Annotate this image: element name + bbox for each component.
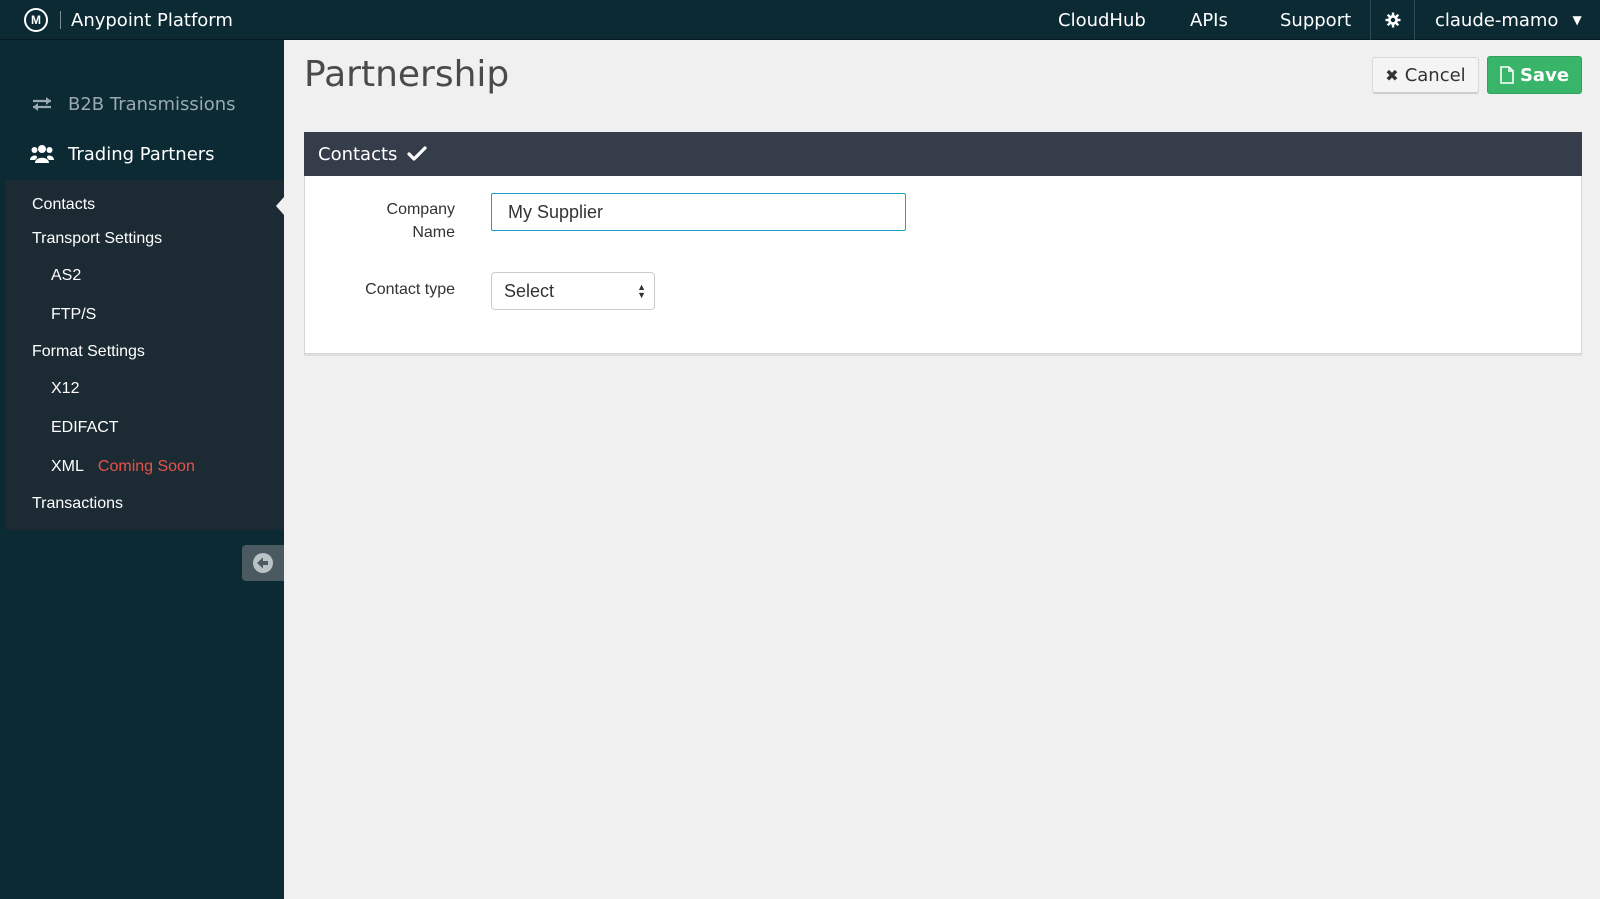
cancel-button[interactable]: ✖ Cancel xyxy=(1372,57,1479,94)
brand-name: Anypoint Platform xyxy=(71,9,233,31)
subnav-item-contacts[interactable]: Contacts xyxy=(32,196,95,214)
mulesoft-logo-icon: M xyxy=(24,8,48,32)
label-line: Company xyxy=(386,201,455,218)
nav-support[interactable]: Support xyxy=(1280,0,1351,40)
settings-button[interactable] xyxy=(1370,0,1415,40)
subnav-item-as2[interactable]: AS2 xyxy=(51,267,81,285)
subnav-item-x12[interactable]: X12 xyxy=(51,380,79,398)
trading-partners-subnav: Contacts Transport Settings AS2 FTP/S Fo… xyxy=(6,180,284,530)
top-navbar: M Anypoint Platform CloudHub APIs Suppor… xyxy=(0,0,1600,40)
subnav-item-ftps[interactable]: FTP/S xyxy=(51,306,96,324)
user-menu[interactable]: claude-mamo ▼ xyxy=(1435,0,1582,40)
save-label: Save xyxy=(1519,64,1570,86)
contact-type-label: Contact type xyxy=(365,281,455,298)
cancel-label: Cancel xyxy=(1404,64,1466,86)
collapse-sidebar-button[interactable] xyxy=(242,545,284,581)
sidebar-item-label: Trading Partners xyxy=(68,143,215,165)
close-icon: ✖ xyxy=(1385,65,1399,85)
active-indicator xyxy=(276,197,284,215)
subnav-item-edifact[interactable]: EDIFACT xyxy=(51,419,119,437)
subnav-item-transactions[interactable]: Transactions xyxy=(32,495,123,513)
contact-type-select[interactable]: Select ▲ ▼ xyxy=(491,272,655,310)
label-line: Name xyxy=(412,224,455,241)
subnav-item-format-settings[interactable]: Format Settings xyxy=(32,343,145,361)
users-icon xyxy=(30,142,54,166)
coming-soon-badge: Coming Soon xyxy=(97,458,195,475)
sidebar-item-trading-partners[interactable]: Trading Partners xyxy=(30,142,215,166)
sidebar: B2B Transmissions Trading Partners Conta… xyxy=(0,40,285,899)
nav-apis[interactable]: APIs xyxy=(1190,0,1228,40)
transfer-arrows-icon xyxy=(30,92,54,116)
user-name: claude-mamo xyxy=(1435,9,1559,31)
company-name-label: Company Name xyxy=(355,198,455,244)
arrow-left-circle-icon xyxy=(253,553,273,573)
gear-icon xyxy=(1385,12,1400,28)
subnav-item-transport-settings[interactable]: Transport Settings xyxy=(32,230,162,248)
subnav-item-xml[interactable]: XML Coming Soon xyxy=(51,458,195,476)
page-title: Partnership xyxy=(304,54,510,95)
brand-divider xyxy=(60,11,61,29)
sidebar-item-label: B2B Transmissions xyxy=(68,93,236,115)
chevron-down-icon: ▼ xyxy=(1572,13,1582,27)
document-icon xyxy=(1500,66,1514,84)
brand[interactable]: M Anypoint Platform xyxy=(24,0,233,40)
checkmark-icon xyxy=(407,146,428,162)
sidebar-item-b2b-transmissions[interactable]: B2B Transmissions xyxy=(30,92,236,116)
contacts-panel-header: Contacts xyxy=(304,132,1582,176)
save-button[interactable]: Save xyxy=(1487,56,1582,94)
panel-title: Contacts xyxy=(318,143,398,165)
company-name-input[interactable] xyxy=(491,193,906,231)
select-value: Select xyxy=(504,280,555,301)
nav-cloudhub[interactable]: CloudHub xyxy=(1058,0,1146,40)
subnav-item-label: XML xyxy=(51,458,84,475)
sort-arrows-icon: ▲ ▼ xyxy=(637,282,646,300)
